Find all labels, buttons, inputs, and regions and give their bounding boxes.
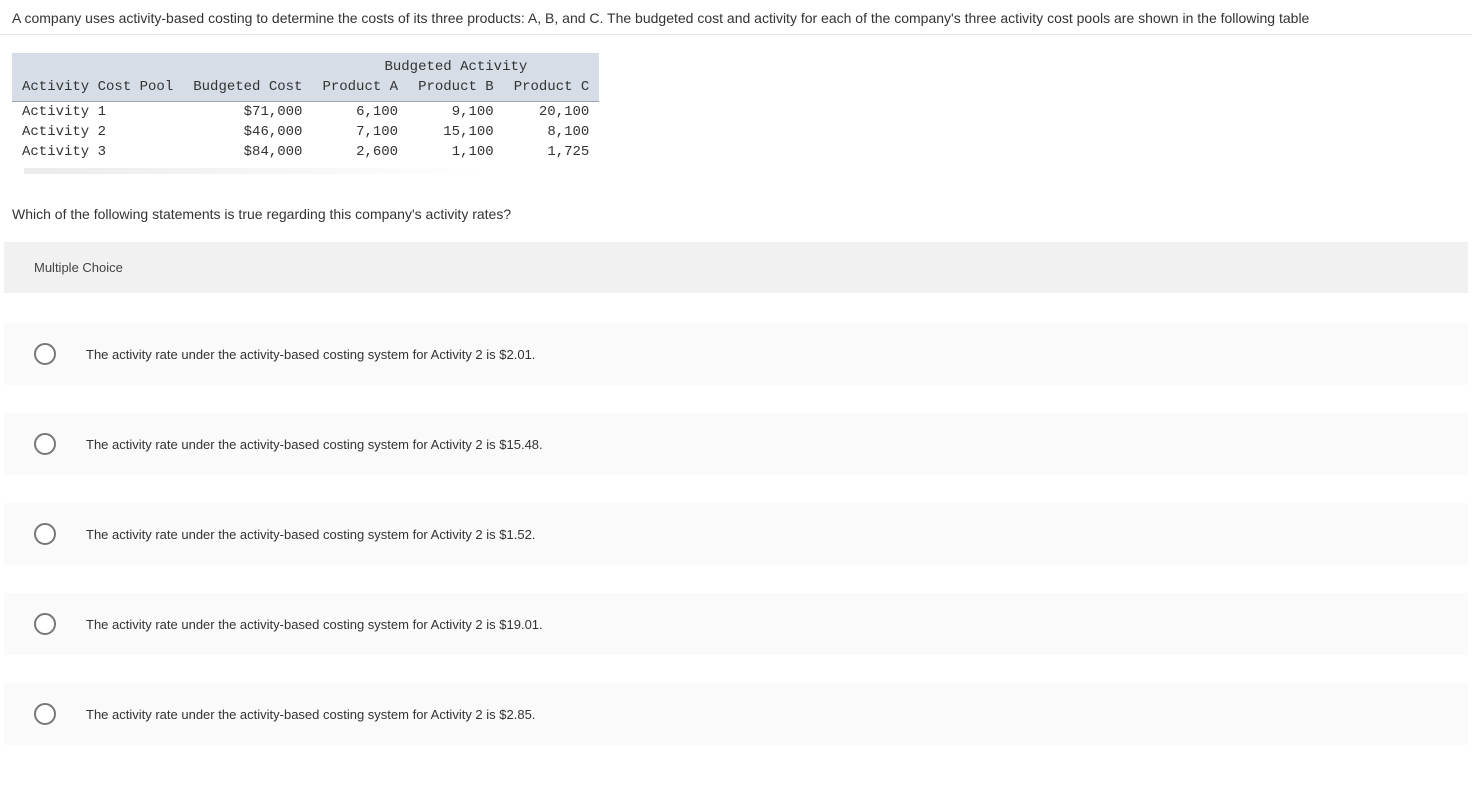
- col-product-c: Product C: [504, 77, 600, 102]
- group-header: Budgeted Activity: [312, 53, 599, 77]
- question-intro: A company uses activity-based costing to…: [0, 0, 1472, 35]
- multiple-choice-header: Multiple Choice: [4, 242, 1468, 293]
- choice-text: The activity rate under the activity-bas…: [86, 347, 535, 362]
- radio-icon[interactable]: [34, 703, 56, 725]
- choice-text: The activity rate under the activity-bas…: [86, 437, 543, 452]
- choice-option[interactable]: The activity rate under the activity-bas…: [4, 593, 1468, 655]
- scroll-indicator: [24, 168, 604, 174]
- table-row: Activity 2 $46,000 7,100 15,100 8,100: [12, 122, 599, 142]
- cell-cost: $84,000: [183, 142, 312, 162]
- cell-c: 1,725: [504, 142, 600, 162]
- cell-pool: Activity 3: [12, 142, 183, 162]
- cell-pool: Activity 2: [12, 122, 183, 142]
- sub-question: Which of the following statements is tru…: [0, 184, 1472, 242]
- cell-b: 1,100: [408, 142, 504, 162]
- cell-a: 6,100: [312, 102, 408, 123]
- radio-icon[interactable]: [34, 523, 56, 545]
- cell-c: 8,100: [504, 122, 600, 142]
- cell-pool: Activity 1: [12, 102, 183, 123]
- choice-option[interactable]: The activity rate under the activity-bas…: [4, 323, 1468, 385]
- table-row: Activity 1 $71,000 6,100 9,100 20,100: [12, 102, 599, 123]
- cell-b: 15,100: [408, 122, 504, 142]
- choices-list: The activity rate under the activity-bas…: [0, 323, 1472, 745]
- choice-text: The activity rate under the activity-bas…: [86, 617, 543, 632]
- col-cost: Budgeted Cost: [183, 77, 312, 102]
- choice-text: The activity rate under the activity-bas…: [86, 527, 535, 542]
- data-table-wrap: Budgeted Activity Activity Cost Pool Bud…: [0, 35, 1472, 184]
- cell-b: 9,100: [408, 102, 504, 123]
- choice-option[interactable]: The activity rate under the activity-bas…: [4, 413, 1468, 475]
- cell-a: 2,600: [312, 142, 408, 162]
- choice-option[interactable]: The activity rate under the activity-bas…: [4, 683, 1468, 745]
- col-pool: Activity Cost Pool: [12, 77, 183, 102]
- cell-cost: $46,000: [183, 122, 312, 142]
- cell-c: 20,100: [504, 102, 600, 123]
- table-row: Activity 3 $84,000 2,600 1,100 1,725: [12, 142, 599, 162]
- radio-icon[interactable]: [34, 613, 56, 635]
- col-product-a: Product A: [312, 77, 408, 102]
- cell-a: 7,100: [312, 122, 408, 142]
- activity-table: Budgeted Activity Activity Cost Pool Bud…: [12, 53, 599, 162]
- cell-cost: $71,000: [183, 102, 312, 123]
- col-product-b: Product B: [408, 77, 504, 102]
- radio-icon[interactable]: [34, 433, 56, 455]
- choice-text: The activity rate under the activity-bas…: [86, 707, 535, 722]
- radio-icon[interactable]: [34, 343, 56, 365]
- choice-option[interactable]: The activity rate under the activity-bas…: [4, 503, 1468, 565]
